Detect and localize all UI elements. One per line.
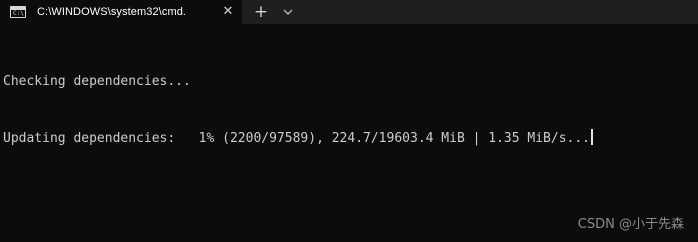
chevron-down-icon <box>283 9 293 15</box>
tab-title: C:\WINDOWS\system32\cmd. <box>37 6 187 18</box>
cmd-icon-text: C:\ <box>13 10 24 17</box>
close-icon[interactable]: ✕ <box>220 4 236 20</box>
tab-dropdown-button[interactable] <box>276 0 300 24</box>
terminal-output[interactable]: Checking dependencies... Updating depend… <box>0 24 698 242</box>
tab-cmd[interactable]: C:\ C:\WINDOWS\system32\cmd. ✕ <box>0 0 242 24</box>
new-tab-button[interactable]: + <box>246 0 276 24</box>
text-cursor <box>591 129 593 145</box>
terminal-line-progress: Updating dependencies: 1% (2200/97589), … <box>3 129 698 148</box>
terminal-line-text: Updating dependencies: 1% (2200/97589), … <box>3 131 590 146</box>
cmd-icon: C:\ <box>10 6 26 18</box>
watermark: CSDN @小于先森 <box>577 217 684 232</box>
tab-bar: C:\ C:\WINDOWS\system32\cmd. ✕ + <box>0 0 698 24</box>
terminal-window: C:\ C:\WINDOWS\system32\cmd. ✕ + Checkin… <box>0 0 698 242</box>
terminal-line: Checking dependencies... <box>3 74 191 89</box>
